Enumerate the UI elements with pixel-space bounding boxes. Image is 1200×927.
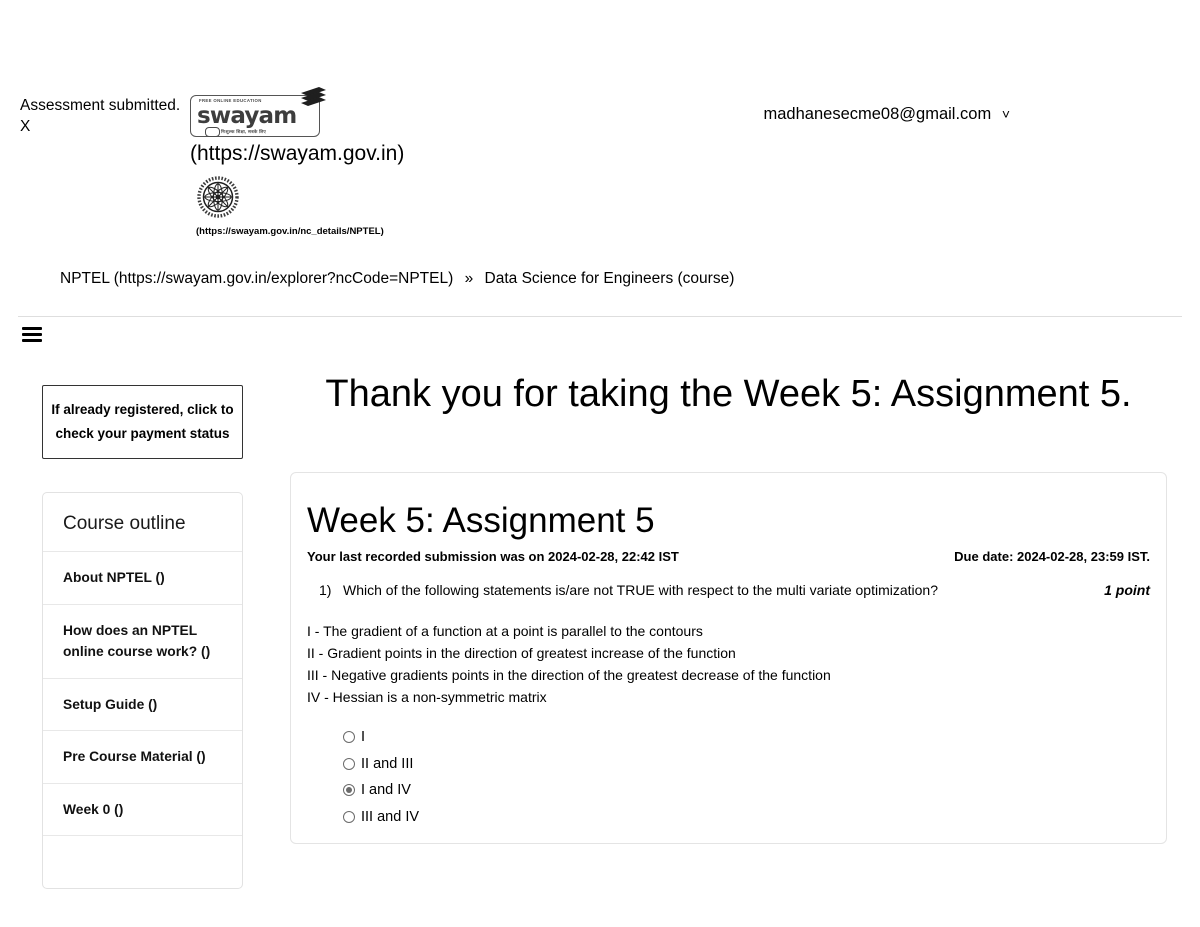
course-outline-card: Course outline About NPTEL () How does a… [42, 492, 243, 889]
sidebar: If already registered, click to check yo… [42, 385, 243, 889]
swayam-logo-tagline-bottom: निःशुल्क शिक्षा, सबके लिए [221, 129, 267, 134]
option-label: III and IV [361, 808, 420, 825]
mouse-icon [205, 127, 220, 137]
header-divider [18, 316, 1182, 317]
account-menu[interactable]: madhanesecme08@gmail.com ˅ [764, 105, 1010, 124]
option-label: I [361, 729, 366, 745]
question-points: 1 point [1104, 582, 1150, 598]
sidebar-item-next[interactable] [43, 835, 242, 888]
payment-status-button[interactable]: If already registered, click to check yo… [42, 385, 243, 459]
hamburger-bar [22, 327, 42, 330]
question-header: 1) Which of the following statements is/… [307, 582, 1150, 598]
page-header: Assessment submitted. X FREE ONLINE EDUC… [0, 87, 1200, 260]
due-date-text: Due date: 2024-02-28, 23:59 IST. [954, 549, 1150, 564]
account-email: madhanesecme08@gmail.com [763, 105, 992, 123]
option-label: II and III [361, 755, 414, 772]
chevron-down-icon: ˅ [1001, 106, 1010, 122]
submission-meta: Your last recorded submission was on 202… [307, 549, 1150, 564]
option-label: I and IV [361, 782, 411, 798]
option-row[interactable]: I and IV [343, 777, 1150, 804]
radio-button-icon-selected[interactable] [343, 784, 355, 797]
sidebar-item-week-0[interactable]: Week 0 () [43, 782, 242, 836]
question-statements: I - The gradient of a function at a poin… [307, 620, 1150, 708]
assignment-title: Week 5: Assignment 5 [307, 501, 655, 540]
sidebar-item-about-nptel[interactable]: About NPTEL () [43, 551, 242, 604]
breadcrumb-item-nptel[interactable]: NPTEL (https://swayam.gov.in/explorer?nc… [60, 270, 453, 287]
hamburger-bar [22, 333, 42, 336]
swayam-url-link[interactable]: (https://swayam.gov.in) [190, 141, 610, 167]
nptel-emblem-wrap: (https://swayam.gov.in/nc_details/NPTEL) [196, 175, 610, 237]
close-icon[interactable]: X [20, 116, 190, 137]
books-icon [301, 87, 326, 106]
statement-ii: II - Gradient points in the direction of… [307, 645, 736, 661]
answer-options: I II and III I and IV III and IV [307, 724, 1150, 830]
hamburger-menu-icon[interactable] [22, 327, 42, 343]
hamburger-bar [22, 339, 42, 342]
assignment-card: Week 5: Assignment 5 Your last recorded … [290, 472, 1167, 844]
nptel-url-link[interactable]: (https://swayam.gov.in/nc_details/NPTEL) [196, 226, 610, 237]
notification-message: Assessment submitted. [20, 97, 181, 114]
radio-button-icon[interactable] [343, 731, 355, 744]
assessment-submitted-notification: Assessment submitted. X [20, 95, 190, 137]
radio-button-icon[interactable] [343, 757, 355, 770]
sidebar-item-how-course-works[interactable]: How does an NPTEL online course work? () [43, 603, 242, 678]
breadcrumb: NPTEL (https://swayam.gov.in/explorer?nc… [60, 270, 734, 288]
breadcrumb-item-course[interactable]: Data Science for Engineers (course) [485, 270, 735, 287]
sidebar-item-setup-guide[interactable]: Setup Guide () [43, 677, 242, 731]
statement-iii: III - Negative gradients points in the d… [307, 667, 831, 683]
option-row[interactable]: I [343, 724, 1150, 751]
statement-iv: IV - Hessian is a non-symmetric matrix [307, 689, 547, 705]
radio-button-icon[interactable] [343, 810, 355, 823]
last-submission-text: Your last recorded submission was on 202… [307, 549, 679, 564]
swayam-logo-wordmark: swayam [197, 103, 297, 129]
statement-i: I - The gradient of a function at a poin… [307, 623, 703, 639]
brand-block: FREE ONLINE EDUCATION swayam निःशुल्क शि… [190, 87, 610, 237]
question-text: Which of the following statements is/are… [343, 582, 939, 598]
swayam-logo[interactable]: FREE ONLINE EDUCATION swayam निःशुल्क शि… [190, 87, 326, 137]
sidebar-item-pre-course-material[interactable]: Pre Course Material () [43, 730, 242, 783]
nptel-emblem-icon[interactable] [196, 175, 240, 219]
page-title: Thank you for taking the Week 5: Assignm… [325, 373, 1132, 415]
breadcrumb-separator: » [464, 270, 474, 287]
course-outline-title: Course outline [63, 513, 186, 534]
option-row[interactable]: III and IV [343, 804, 1150, 831]
option-row[interactable]: II and III [343, 751, 1150, 778]
question-number: 1) [319, 582, 332, 598]
